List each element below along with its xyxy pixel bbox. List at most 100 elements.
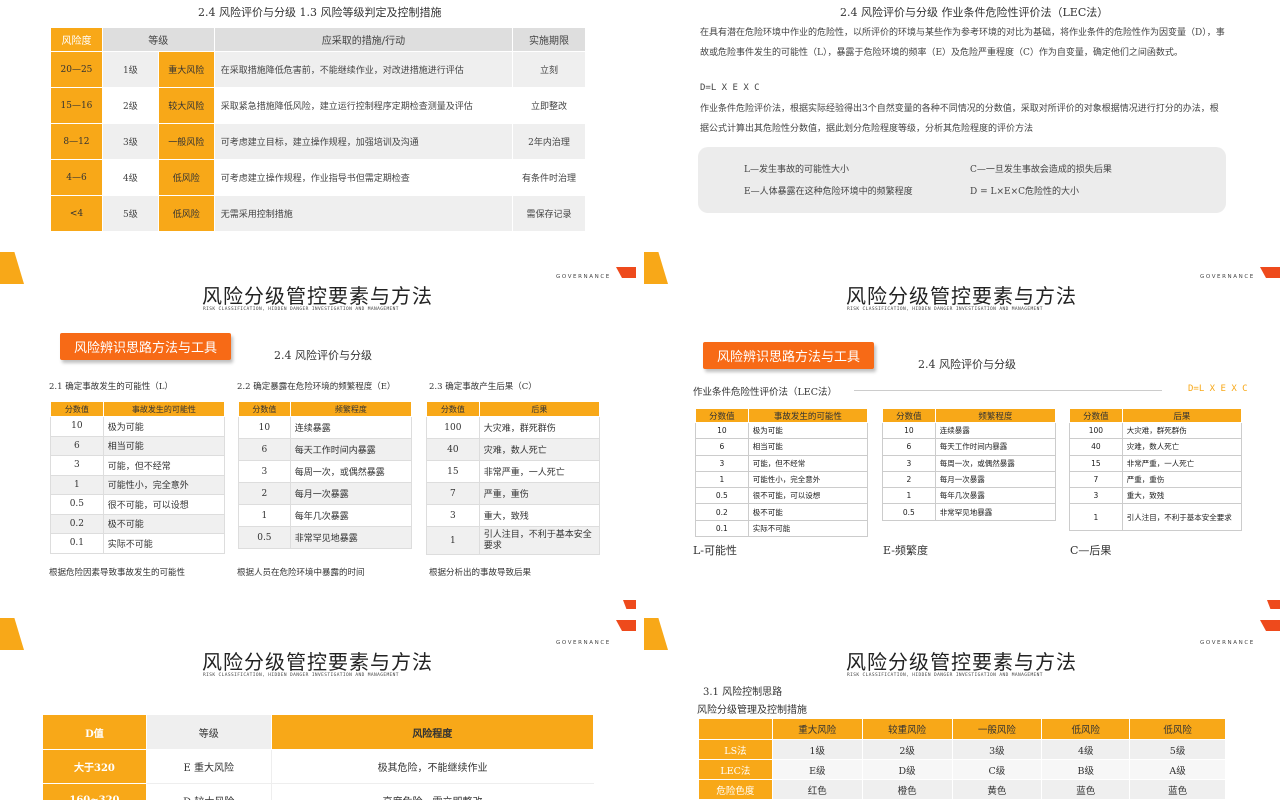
l-desc: 很不可能，可以设想 [102, 494, 226, 515]
table-row: 8—12 3级 一般风险 可考虑建立目标，建立操作规程，加强培训及沟通 2年内治… [50, 123, 586, 160]
period-cell: 立即整改 [512, 87, 586, 124]
e-score: 0.5 [238, 526, 291, 549]
degree-cell: 8—12 [50, 123, 103, 160]
period-cell: 需保存记录 [512, 195, 586, 232]
level-cell: 4级 [101, 159, 159, 196]
table-row: 160~320 D 较大风险 高度危险，需立即整改 [42, 783, 594, 800]
table-cell: D级 [861, 759, 953, 780]
lec-definition-box: L—发生事故的可能性大小 C—一旦发生事故会造成的损失后果 E—人体暴露在这种危… [698, 147, 1226, 213]
table-row: 3 每周一次，或偶然暴露 [238, 460, 413, 483]
e-desc: 每天工作时间内暴露 [289, 438, 413, 461]
degree-cell: <4 [50, 195, 103, 232]
table-row: 6 每天工作时间内暴露 [882, 438, 1057, 456]
c-score: 40 [1069, 438, 1123, 456]
l-score: 3 [695, 454, 749, 472]
table-cell: 5级 [1129, 739, 1226, 760]
l-desc: 极不可能 [102, 513, 226, 534]
table-row: 0.5 很不可能，可以设想 [695, 487, 869, 505]
c-desc: 非常严重，一人死亡 [1121, 454, 1243, 472]
table-row: 3 每周一次，或偶然暴露 [882, 454, 1057, 472]
likelihood-table-compact: 分数值 事故发生的可能性 10 极为可能 6 相当可能 3 可能，但不经常 1 可能性小，… [695, 408, 869, 538]
c-desc: 灾难，数人死亡 [478, 438, 601, 461]
table-row: 6 相当可能 [695, 438, 869, 456]
period-cell: 有条件时治理 [512, 159, 586, 196]
degree-cell: 20—25 [50, 51, 103, 88]
c-score: 7 [1069, 470, 1123, 489]
definition-d: D = L×E×C危险性的大小 [970, 187, 1079, 197]
table-row: 1 引人注目，不利于基本安全要求 [426, 526, 601, 555]
c-note: 根据分析出的事故导致后果 [429, 568, 532, 578]
method-badge: 风险辨识思路方法与工具 [60, 333, 232, 360]
e-score: 0.5 [882, 503, 936, 521]
table-row: LS法 1级 2级 3级 4级 5级 [698, 739, 1226, 760]
red-corner-shape [616, 267, 636, 278]
slide-d-value-levels: GOVERNANCE 风险分级管控要素与方法 RISK CLASSIFICATI… [0, 600, 640, 800]
slide1-title: 2.4 风险评价与分级 1.3 风险等级判定及控制措施 [198, 6, 442, 19]
c-score: 100 [1069, 421, 1123, 440]
table-row: 2 每月一次暴露 [238, 482, 413, 505]
lec-method-label: 作业条件危险性评价法（LEC法） [693, 387, 838, 398]
action-cell: 可考虑建立目标，建立操作规程，加强培训及沟通 [213, 123, 514, 160]
e-desc: 连续暴露 [934, 421, 1057, 440]
e-desc: 每月一次暴露 [289, 482, 413, 505]
table-row: 2 每月一次暴露 [882, 470, 1057, 489]
table-row: 1 每年几次暴露 [238, 504, 413, 527]
c-label: C—后果 [1070, 544, 1112, 557]
table-row: LEC法 E级 D级 C级 B级 A级 [698, 759, 1226, 780]
definition-l: L—发生事故的可能性大小 [744, 165, 849, 175]
e-desc: 每天工作时间内暴露 [934, 438, 1057, 456]
l-desc: 极不可能 [747, 503, 869, 521]
l-header-score: 分数值 [50, 401, 104, 417]
method-badge: 风险辨识思路方法与工具 [703, 342, 875, 369]
orange-corner-shape [644, 618, 668, 650]
header-major: 重大风险 [771, 718, 863, 740]
l-desc: 可能性小，完全意外 [102, 474, 226, 495]
level-cell: E 重大风险 [146, 749, 272, 784]
e-desc: 每月一次暴露 [934, 470, 1057, 489]
table-cell: 1级 [771, 739, 863, 760]
l-desc: 实际不可能 [102, 533, 226, 554]
table-row: 危险色度 红色 橙色 黄色 蓝色 蓝色 [698, 779, 1226, 800]
period-cell: 立刻 [512, 51, 586, 88]
c-score: 15 [1069, 454, 1123, 472]
likelihood-table: 分数值 事故发生的可能性 10 极为可能 6 相当可能 3 可能，但不经常 1 可能性小，… [50, 401, 226, 554]
header-risk-degree: 风险程度 [270, 714, 595, 750]
l-desc: 极为可能 [102, 416, 226, 437]
red-corner-shape [1260, 620, 1280, 631]
table-row: 0.1 实际不可能 [50, 533, 226, 554]
table-cell: 蓝色 [1129, 779, 1226, 800]
table-row: 3 可能，但不经常 [695, 454, 869, 472]
risk-name-cell: 较大风险 [157, 87, 215, 124]
table-row: 0.5 非常罕见地暴露 [882, 503, 1057, 521]
header-low: 低风险 [1041, 718, 1131, 740]
table-cell: C级 [951, 759, 1043, 780]
section-title: 3.1 风险控制思路 [703, 687, 783, 698]
table-row: 10 极为可能 [50, 416, 226, 437]
c-header-desc: 后果 [1121, 408, 1243, 423]
table-row: 1 每年几次暴露 [882, 487, 1057, 505]
d-value-cell: 160~320 [42, 783, 147, 800]
l-score: 6 [50, 435, 104, 456]
e-score: 10 [238, 416, 291, 439]
table-cell: B级 [1041, 759, 1131, 780]
c-header-score: 分数值 [1069, 408, 1123, 423]
table-row: 4—6 4级 低风险 可考虑建立操作规程，作业指导书但需定期检查 有条件时治理 [50, 159, 586, 196]
orange-corner-shape [0, 618, 24, 650]
l-score: 3 [50, 455, 104, 476]
slide3-subtitle: 2.4 风险评价与分级 [274, 349, 372, 362]
row-label: LEC法 [698, 759, 773, 780]
e-desc: 每周一次，或偶然暴露 [934, 454, 1057, 472]
table-row: 0.5 非常罕见地暴露 [238, 526, 413, 549]
c-score: 3 [1069, 487, 1123, 505]
risk-degree-cell: 高度危险，需立即整改 [270, 783, 594, 800]
c-desc: 非常严重，一人死亡 [478, 460, 601, 483]
e-label: E-频繁度 [883, 544, 928, 557]
l-score: 0.1 [695, 519, 749, 538]
degree-cell: 15—16 [50, 87, 103, 124]
e-score: 3 [882, 454, 936, 472]
table-row: 3 重大，致残 [426, 504, 601, 527]
table-row: 0.1 实际不可能 [695, 519, 869, 538]
table-cell: 3级 [951, 739, 1043, 760]
table-cell: 4级 [1041, 739, 1131, 760]
c-desc: 重大，致残 [478, 504, 601, 527]
